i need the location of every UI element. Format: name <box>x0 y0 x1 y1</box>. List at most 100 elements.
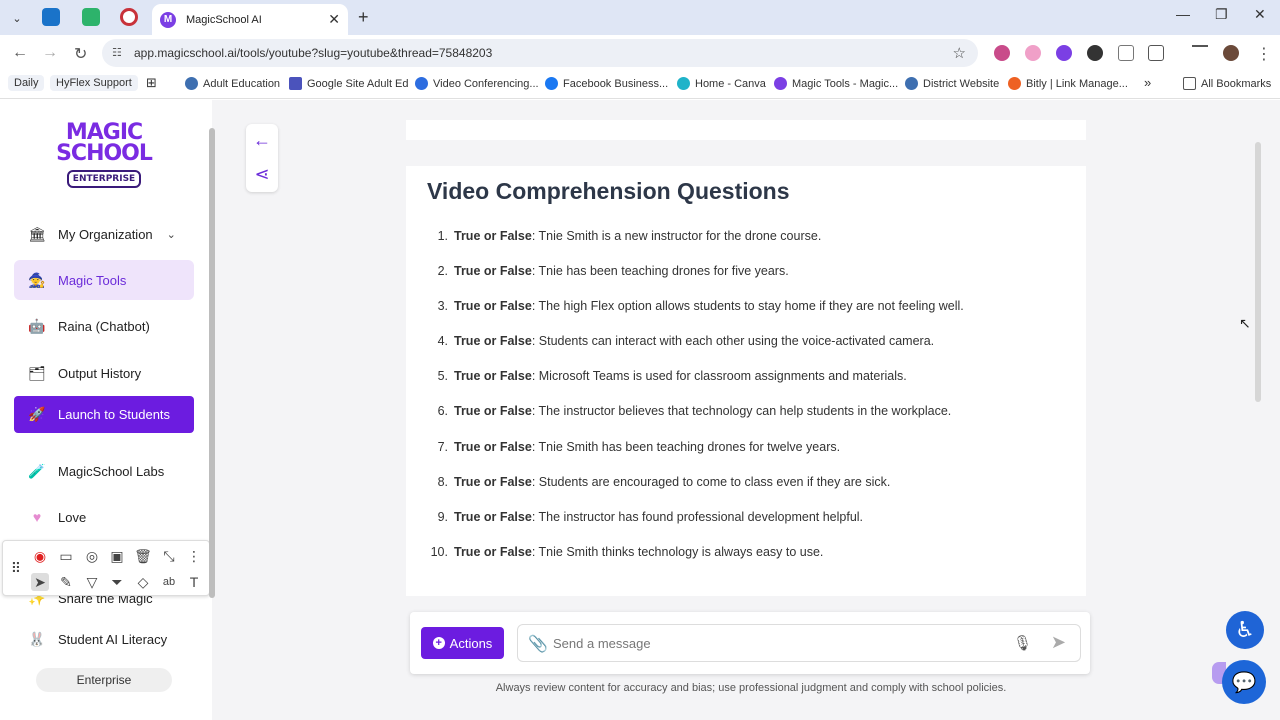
sidebar-item-output-history[interactable]: 🗂 Output History <box>14 353 194 393</box>
highlighter-icon[interactable]: ▽ <box>83 573 101 591</box>
close-tab-icon[interactable]: ✕ <box>328 11 340 28</box>
accessibility-icon[interactable]: ♿ <box>1226 611 1264 649</box>
bookmark-daily[interactable]: Daily <box>8 75 45 91</box>
sidebar-item-magicschool-labs[interactable]: 🧪 MagicSchool Labs <box>14 451 194 491</box>
extension-icon[interactable] <box>1087 45 1103 61</box>
all-bookmarks[interactable]: All Bookmarks <box>1183 77 1271 90</box>
sidebar-item-magic-tools[interactable]: 🧙 Magic Tools <box>14 260 194 300</box>
send-icon[interactable]: ➤ <box>1051 632 1066 653</box>
question-number: 2. <box>437 264 448 279</box>
minimize-icon[interactable]: — <box>1176 6 1190 22</box>
marker-icon[interactable]: ⏷ <box>108 573 126 591</box>
sidebar-item-raina-chatbot[interactable]: 🤖 Raina (Chatbot) <box>14 306 194 346</box>
bookmark-bitly[interactable]: Bitly | Link Manage... <box>1008 77 1128 90</box>
annotation-toolbar: ⠿ ◉ ▭ ◎ ▣ 🗑 ⤡ ⋮ ➤ ✎ ▽ ⏷ ◇ ab T <box>2 540 210 596</box>
magicschool-extension-icon[interactable] <box>1056 45 1072 61</box>
question-prefix: True or False <box>454 299 532 314</box>
back-icon[interactable]: ← <box>12 44 28 62</box>
browser-menu-icon[interactable]: ⋮ <box>1256 44 1272 64</box>
logo-line: SCHOOL <box>56 141 153 166</box>
extensions-puzzle-icon[interactable] <box>1148 45 1164 61</box>
outlook-pinned-tab-icon[interactable] <box>42 8 60 26</box>
pinned-tab-icon[interactable] <box>82 8 100 26</box>
magicschool-logo[interactable]: MAGIC SCHOOL ENTERPRISE <box>56 120 153 192</box>
question-prefix: True or False <box>454 229 532 243</box>
sidebar-item-love[interactable]: ♥ Love <box>14 497 194 537</box>
logo-line: MAGIC <box>65 120 143 145</box>
bookmark-magic-tools[interactable]: Magic Tools - Magic... <box>774 77 898 90</box>
bookmark-video-conferencing[interactable]: Video Conferencing... <box>415 77 539 90</box>
actions-button[interactable]: + Actions <box>421 627 504 659</box>
sidebar-item-my-organization[interactable]: 🏛 My Organization ⌄ <box>14 214 194 254</box>
plus-icon: + <box>432 637 445 649</box>
question-text: : Tnie Smith is a new instructor for the… <box>531 229 822 243</box>
profile-avatar[interactable] <box>1223 45 1239 61</box>
collapse-icon[interactable]: ⤡ <box>160 547 178 565</box>
more-options-icon[interactable]: ⋮ <box>185 547 203 565</box>
trash-icon[interactable]: 🗑 <box>134 547 152 565</box>
sidebar-scrollbar[interactable] <box>209 118 215 708</box>
page-title: Video Comprehension Questions <box>427 178 790 204</box>
bitly-icon <box>1008 77 1021 90</box>
question-text: : Tnie Smith has been teaching drones fo… <box>531 439 841 454</box>
restore-icon[interactable]: ❐ <box>1215 6 1228 23</box>
record-pinned-tab-icon[interactable] <box>120 8 138 26</box>
close-window-icon[interactable]: ✕ <box>1254 6 1266 23</box>
site-info-icon[interactable]: ☷ <box>112 46 126 60</box>
bookmark-district-website[interactable]: District Website <box>905 77 999 90</box>
sidebar-item-label: Raina (Chatbot) <box>58 318 150 334</box>
extension-icon[interactable] <box>1025 45 1041 61</box>
active-tab[interactable]: M MagicSchool AI ✕ <box>152 4 348 35</box>
rocket-icon: 🚀 <box>28 406 46 422</box>
media-controls-icon[interactable] <box>1192 45 1208 61</box>
output-actions-panel: ← ⋖ <box>246 124 278 192</box>
bookmark-facebook-business[interactable]: Facebook Business... <box>545 77 668 90</box>
pen-icon[interactable]: ✎ <box>57 573 75 591</box>
question-text: : Tnie has been teaching drones for five… <box>531 264 789 279</box>
question-number: 3. <box>437 299 448 314</box>
list-item: 8. True or False: Students are encouraged… <box>426 475 1066 510</box>
sidebar-scroll-thumb[interactable] <box>209 128 215 598</box>
extension-icon[interactable] <box>994 45 1010 61</box>
share-icon[interactable]: ⋖ <box>252 164 272 184</box>
actions-label: Actions <box>449 635 493 651</box>
save-icon[interactable]: ▣ <box>108 547 126 565</box>
list-item: 9. True or False: The instructor has foun… <box>426 510 1066 545</box>
microphone-icon[interactable]: 🎙 <box>1013 634 1032 652</box>
drag-handle-icon[interactable]: ⠿ <box>7 559 25 577</box>
attach-icon[interactable]: 📎 <box>528 634 548 654</box>
sidebar-item-student-ai-literacy[interactable]: 🐰 Student AI Literacy <box>14 619 194 659</box>
eraser-icon[interactable]: ◇ <box>134 573 152 591</box>
sidebar-item-label: Output History <box>58 365 142 381</box>
apps-grid-icon[interactable]: ⊞ <box>146 75 157 91</box>
text-eraser-icon[interactable]: ab <box>160 573 178 591</box>
bookmark-hyflex-support[interactable]: HyFlex Support <box>50 75 138 91</box>
reload-icon[interactable]: ↻ <box>74 44 87 64</box>
video-icon[interactable]: ▭ <box>57 547 75 565</box>
forward-icon[interactable]: → <box>42 44 58 62</box>
sidebar-item-label: Magic Tools <box>58 272 127 288</box>
back-arrow-icon[interactable]: ← <box>252 130 272 150</box>
text-tool-icon[interactable]: T <box>185 573 203 591</box>
more-bookmarks-icon[interactable]: » <box>1144 75 1151 90</box>
bookmark-canva[interactable]: Home - Canva <box>677 77 766 90</box>
question-text: : Students are encouraged to come to cla… <box>531 474 891 489</box>
pointer-icon[interactable]: ➤ <box>31 573 49 591</box>
extension-icon[interactable] <box>1118 45 1134 61</box>
message-input[interactable]: 📎 Send a message 🎙 ➤ <box>517 624 1081 662</box>
bookmark-label: HyFlex Support <box>56 77 132 89</box>
meta-icon <box>545 77 558 90</box>
launch-to-students-button[interactable]: 🚀 Launch to Students <box>14 396 194 433</box>
bookmark-adult-education[interactable]: Adult Education <box>185 77 280 90</box>
new-tab-icon[interactable]: + <box>358 7 369 28</box>
address-bar[interactable]: ☷ app.magicschool.ai/tools/youtube?slug=… <box>102 39 978 67</box>
record-icon[interactable]: ◉ <box>31 547 49 565</box>
list-item: 5. True or False: Microsoft Teams is used… <box>426 369 1066 404</box>
eye-icon[interactable]: ◎ <box>83 547 101 565</box>
main-scrollbar[interactable] <box>1255 142 1261 402</box>
bookmark-star-icon[interactable]: ☆ <box>953 44 966 62</box>
bookmark-google-site[interactable]: Google Site Adult Ed <box>289 77 409 90</box>
tab-search-icon[interactable]: ⌄ <box>6 7 28 29</box>
chat-support-icon[interactable]: 💬 <box>1222 660 1266 704</box>
enterprise-button[interactable]: Enterprise <box>36 668 172 692</box>
